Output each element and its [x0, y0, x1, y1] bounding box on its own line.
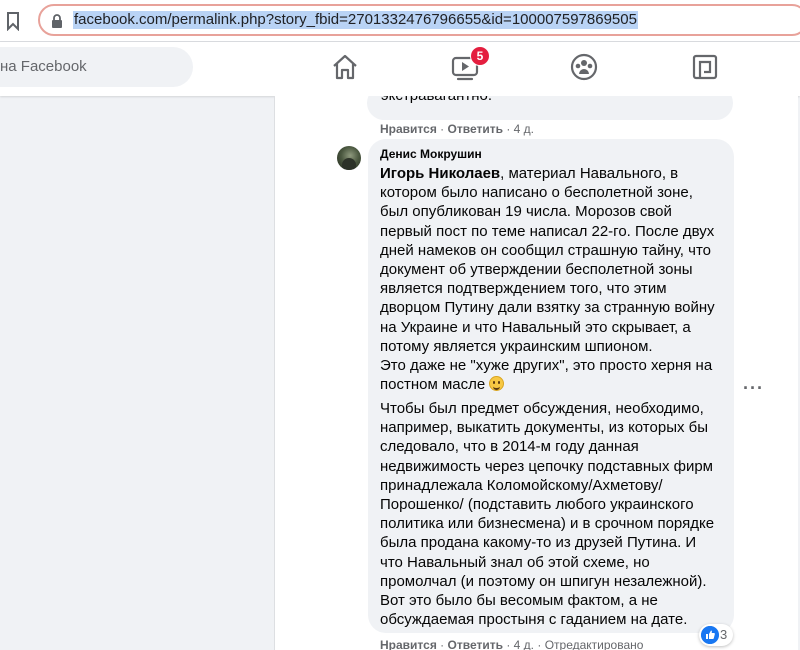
avatar[interactable] [337, 146, 361, 170]
separator: · [440, 638, 448, 650]
comment-line: документ об утверждении бесполетной зоны [380, 261, 693, 279]
separator: · [506, 638, 514, 650]
url-text[interactable]: facebook.com/permalink.php?story_fbid=27… [73, 11, 638, 29]
reaction-count: 3 [720, 627, 728, 642]
comment-line: является подтверждением того, что этим [380, 280, 667, 298]
comment-line: политика или бизнесмена) и в срочном пор… [380, 515, 715, 533]
search-input[interactable]: на Facebook [0, 47, 193, 87]
facebook-header: на Facebook [0, 42, 800, 96]
comment-actions: Нравится · Ответить · 4 д. · Отредактиро… [380, 638, 643, 650]
like-link[interactable]: Нравится [380, 122, 437, 136]
comment-line: Вот это было бы весомым фактом, а не [380, 592, 658, 610]
home-icon[interactable] [330, 52, 360, 82]
like-link[interactable]: Нравится [380, 638, 437, 650]
groups-icon[interactable] [569, 52, 599, 82]
comment-line: недвижимость через цепочку подставных фи… [380, 457, 713, 475]
separator: · [506, 122, 514, 136]
comment-bubble: Денис Мокрушин Игорь Николаев, материал … [368, 139, 734, 633]
comment-time[interactable]: 4 д. [514, 638, 534, 650]
comment-line: постном масле [380, 376, 486, 394]
comment-line: следовало, что в 2014-м году данная [380, 438, 639, 456]
comments-area: экстравагантно. Нравится · Ответить · 4 … [274, 96, 798, 650]
browser-toolbar: facebook.com/permalink.php?story_fbid=27… [0, 0, 800, 42]
reply-link[interactable]: Ответить [448, 122, 503, 136]
comment-line: например, выкатить документы, из которых… [380, 419, 709, 437]
lock-icon[interactable] [50, 13, 64, 29]
comment-line: на Украине и что Навальный это скрывает,… [380, 318, 691, 336]
comment-paragraph-2: Чтобы был предмет обсуждения, необходимо… [380, 399, 725, 629]
comment-line: первый пост по теме написал 22-го. После… [380, 222, 715, 240]
gaming-icon[interactable] [690, 52, 720, 82]
comment-line: дней намеков он сообщил страшную тайну, … [380, 241, 711, 259]
previous-comment-actions: Нравится · Ответить · 4 д. [380, 122, 534, 136]
comment-line: Чтобы был предмет обсуждения, необходимо… [380, 400, 704, 417]
previous-comment-text: экстравагантно. [381, 96, 492, 106]
mention-link[interactable]: Игорь Николаев [380, 165, 500, 182]
comment-paragraph-1: Игорь Николаев, материал Навального, в к… [380, 164, 725, 394]
comment-line: Порошенко/ (подставить любого украинског… [380, 496, 694, 514]
comment-line: котором было написано о бесполетной зоне… [380, 184, 693, 202]
comment-line: принадлежала Коломойскому/Ахметову/ [380, 476, 663, 494]
comment-line: был опубликован 19 числа. Морозов свой [380, 203, 672, 221]
comment-line: была продана какому-то из друзей Путина.… [380, 534, 697, 552]
edited-label: Отредактировано [544, 638, 644, 650]
notification-badge: 5 [470, 46, 490, 66]
comment-line: дворцом Путину дали взятку за странную в… [380, 299, 715, 317]
comment-line: обсуждаемая простыня с гаданием на дате. [380, 611, 688, 629]
separator: · [440, 122, 448, 136]
comment-line: , материал Навального, в [500, 165, 679, 182]
bookmark-icon[interactable] [6, 11, 20, 31]
separator: · [537, 638, 545, 650]
previous-comment-bubble: экстравагантно. [367, 96, 733, 120]
comment-line: промолчал (и поэтому он шпигун незалежно… [380, 572, 707, 590]
address-bar[interactable]: facebook.com/permalink.php?story_fbid=27… [38, 4, 800, 36]
like-icon [701, 626, 719, 644]
search-placeholder: на Facebook [0, 58, 87, 75]
comment-time[interactable]: 4 д. [514, 122, 534, 136]
reply-link[interactable]: Ответить [448, 638, 503, 650]
comment-author[interactable]: Денис Мокрушин [380, 147, 482, 161]
comment-line: Это даже не "хуже других", это просто хе… [380, 357, 713, 375]
smile-emoji-icon [489, 376, 505, 392]
comment-line: что Навальный знал об этой схеме, но [380, 553, 650, 571]
more-options-icon[interactable]: ··· [743, 378, 764, 399]
comment-line: потому является украинским шпионом. [380, 337, 653, 355]
reaction-summary[interactable]: 3 [699, 624, 733, 646]
